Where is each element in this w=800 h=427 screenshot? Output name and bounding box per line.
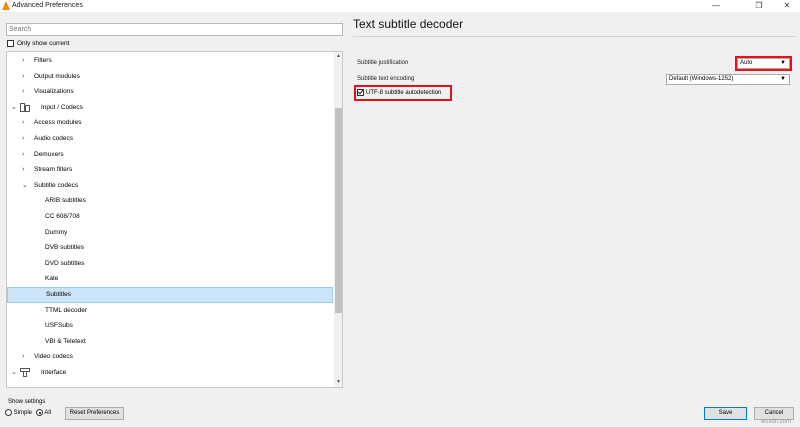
tree-item[interactable]: ⌄ Input / Codecs [7, 100, 333, 116]
tree-item-label: TTML decoder [45, 306, 88, 314]
radio-all-label: All [44, 410, 52, 417]
highlight-box-utf8 [354, 85, 452, 101]
search-input[interactable] [7, 24, 342, 35]
tree-item[interactable]: TTML decoder [7, 303, 333, 319]
tree-item-label: Video codecs [34, 353, 73, 361]
tree-item-label: Filters [34, 57, 52, 64]
tree-item[interactable]: ⌄ Interface [7, 365, 333, 381]
tree-item-label: Kate [45, 275, 59, 283]
chevron-right-icon[interactable]: › [22, 349, 24, 365]
tree-item[interactable]: › Video codecs [7, 349, 333, 365]
tree-item[interactable]: ⌄ Subtitle codecs [7, 178, 333, 194]
save-button[interactable]: Save [704, 407, 747, 420]
radio-simple[interactable]: Simple [5, 409, 32, 418]
tree-item-label: USFSubs [45, 322, 73, 330]
only-show-current-label: Only show current [17, 40, 70, 47]
chevron-right-icon[interactable]: › [22, 162, 24, 178]
title-bar: Advanced Preferences — ❐ ✕ [0, 0, 800, 12]
subtitle-encoding-select[interactable]: Default (Windows-1252) ▼ [666, 74, 790, 85]
tree-item-label: Subtitle codecs [34, 181, 79, 189]
tree-item[interactable]: USFSubs [7, 318, 333, 334]
tree-item[interactable]: ARIB subtitles [7, 193, 333, 209]
tree-item[interactable]: VBI & Teletext [7, 334, 333, 350]
reset-preferences-button[interactable]: Reset Preferences [65, 407, 124, 420]
tree-item-label: Visualizations [34, 88, 74, 96]
chevron-down-icon[interactable]: ⌄ [11, 365, 17, 381]
preferences-tree[interactable]: › Filters › Output modules › Visualizations ⌄ I… [6, 51, 343, 388]
tree-scrollbar[interactable]: ▲ ▼ [334, 52, 342, 387]
highlight-box-justification [735, 56, 792, 71]
tree-item[interactable]: › Audio codecs [7, 131, 333, 147]
tree-item-label: DVD subtitles [45, 259, 85, 267]
tree-item-label: VBI & Teletext [45, 337, 86, 345]
vlc-cone-icon [2, 1, 10, 10]
interface-icon [20, 368, 30, 377]
tree-item-label: Access modules [34, 119, 82, 127]
tree-item[interactable]: › Access modules [7, 115, 333, 131]
tree-item-label: Stream filters [34, 166, 73, 174]
tree-item-label: Interface [41, 369, 67, 376]
tree-item[interactable]: DVD subtitles [7, 256, 333, 272]
chevron-right-icon[interactable]: › [22, 131, 24, 147]
tree-item[interactable]: › Visualizations [7, 84, 333, 100]
tree-item[interactable]: Subtitles [7, 287, 333, 303]
chevron-right-icon[interactable]: › [22, 115, 24, 131]
panel-divider [353, 36, 795, 37]
tree-item-label: DVB subtitles [45, 244, 85, 252]
radio-circle[interactable] [36, 409, 43, 416]
tree-item[interactable]: DVB subtitles [7, 240, 333, 256]
chevron-right-icon[interactable]: › [22, 84, 24, 100]
tree-item-label: Demuxers [34, 150, 64, 158]
minimize-button[interactable]: — [702, 0, 730, 12]
panel-title: Text subtitle decoder [353, 17, 464, 31]
chevron-right-icon[interactable]: › [22, 69, 24, 85]
radio-simple-label: Simple [13, 410, 33, 417]
dropdown-arrow-icon: ▼ [780, 76, 786, 82]
scroll-down-arrow-icon[interactable]: ▼ [334, 378, 342, 387]
tree-item[interactable]: Kate [7, 271, 333, 287]
maximize-button[interactable]: ❐ [745, 0, 773, 12]
tree-item[interactable]: › Filters [7, 53, 333, 69]
tree-item-label: ARIB subtitles [45, 197, 86, 205]
scrollbar-thumb[interactable] [335, 108, 342, 313]
search-box[interactable] [6, 23, 343, 36]
chevron-down-icon[interactable]: ⌄ [11, 100, 17, 116]
window-title: Advanced Preferences [12, 2, 83, 9]
radio-circle[interactable] [5, 409, 12, 416]
tree-item-label: CC 608/708 [45, 213, 80, 220]
input-codecs-icon [20, 102, 30, 112]
watermark: wsxdn.com [761, 419, 792, 425]
show-settings-label: Show settings [8, 399, 46, 405]
chevron-right-icon[interactable]: › [22, 147, 24, 163]
subtitle-encoding-label: Subtitle text encoding [357, 76, 415, 82]
subtitle-justification-label: Subtitle justification [357, 60, 409, 66]
tree-item-label: Input / Codecs [41, 103, 83, 111]
tree-item-label: Audio codecs [34, 135, 74, 142]
chevron-right-icon[interactable]: › [22, 53, 24, 69]
radio-all[interactable]: All [36, 409, 51, 418]
chevron-down-icon[interactable]: ⌄ [22, 178, 28, 194]
tree-item[interactable]: › Output modules [7, 69, 333, 85]
encoding-value: Default (Windows-1252) [669, 76, 734, 82]
tree-item[interactable]: Dummy [7, 225, 333, 241]
tree-item-label: Subtitles [46, 291, 71, 298]
tree-item[interactable]: CC 608/708 [7, 209, 333, 225]
tree-item-label: Dummy [45, 228, 68, 236]
close-button[interactable]: ✕ [773, 0, 800, 12]
tree-item[interactable]: › Stream filters [7, 162, 333, 178]
checkbox-box[interactable] [7, 40, 14, 47]
scroll-up-arrow-icon[interactable]: ▲ [334, 52, 342, 61]
tree-item[interactable]: › Demuxers [7, 147, 333, 163]
only-show-current-checkbox[interactable]: Only show current [7, 39, 69, 48]
tree-item-label: Output modules [34, 72, 80, 80]
